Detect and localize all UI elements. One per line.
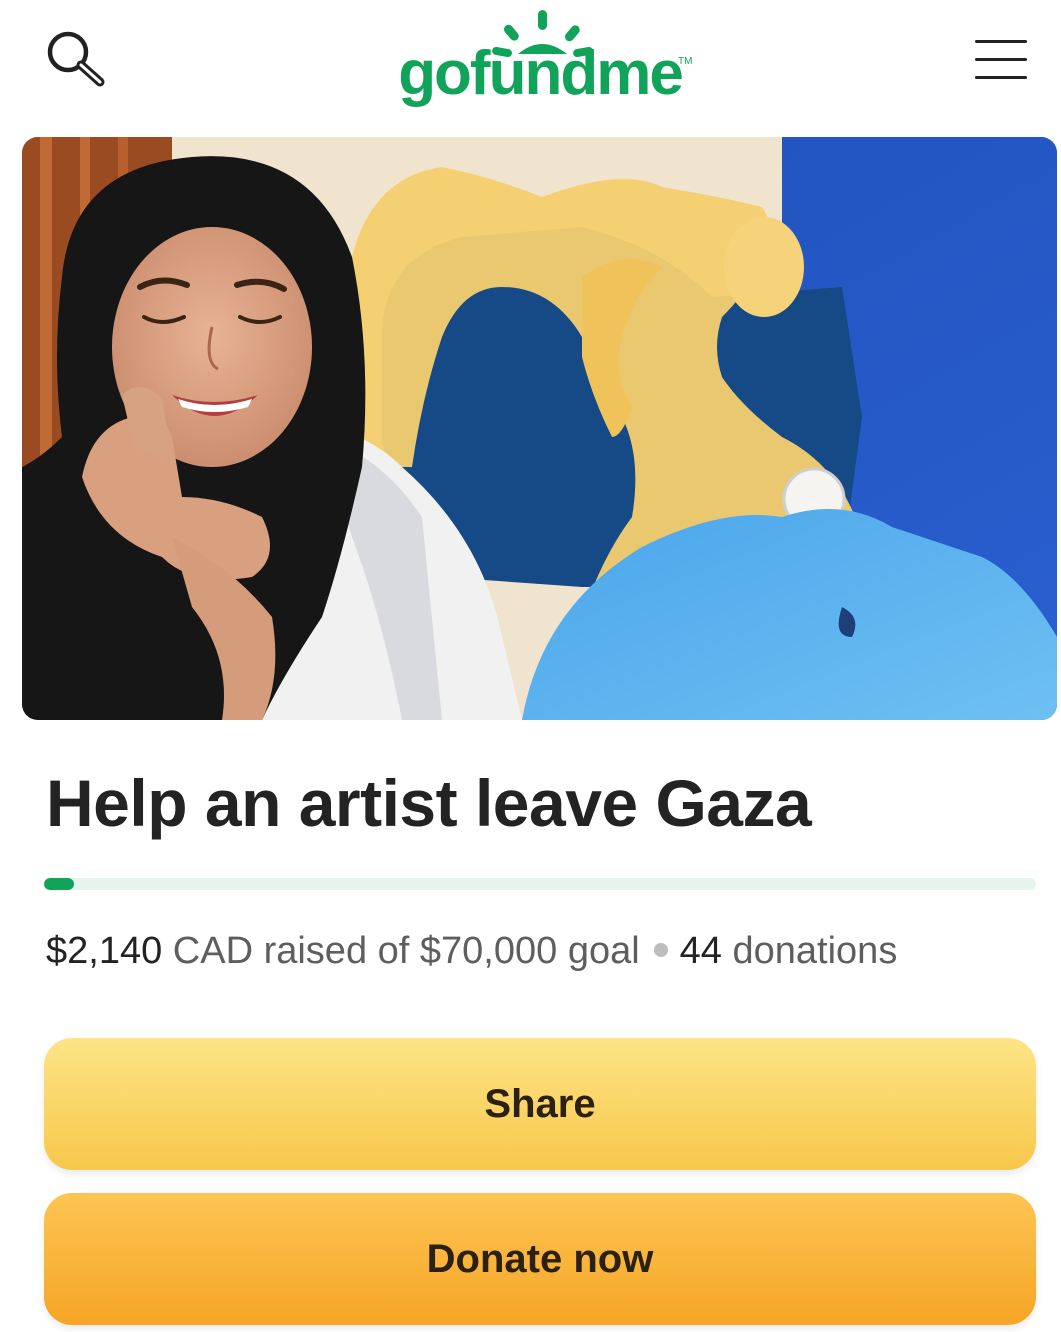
raised-label: CAD raised of xyxy=(162,930,420,972)
hamburger-menu-icon xyxy=(975,40,1027,79)
campaign-title: Help an artist leave Gaza xyxy=(46,766,812,840)
top-header: gofundme TM xyxy=(0,0,1061,125)
share-button[interactable]: Share xyxy=(44,1038,1036,1170)
goal-amount: $70,000 xyxy=(419,930,558,972)
donate-now-button[interactable]: Donate now xyxy=(44,1193,1036,1325)
search-icon xyxy=(47,31,105,87)
campaign-photo xyxy=(22,137,1057,720)
menu-button[interactable] xyxy=(965,30,1037,90)
logo-trademark: TM xyxy=(678,56,692,67)
separator-dot xyxy=(653,942,668,957)
gofundme-logo[interactable]: gofundme TM xyxy=(380,4,700,119)
amount-raised: $2,140 xyxy=(46,930,163,972)
fundraising-stats: $2,140 CAD raised of $70,000 goal 44 dona… xyxy=(46,925,897,977)
fundraising-progress-bar xyxy=(44,878,1036,890)
donations-label: donations xyxy=(721,930,898,972)
search-button[interactable] xyxy=(40,24,110,94)
donations-count: 44 xyxy=(679,930,722,972)
goal-label: goal xyxy=(557,930,640,972)
logo-wordmark: gofundme xyxy=(398,39,682,108)
progress-fill xyxy=(44,878,75,890)
